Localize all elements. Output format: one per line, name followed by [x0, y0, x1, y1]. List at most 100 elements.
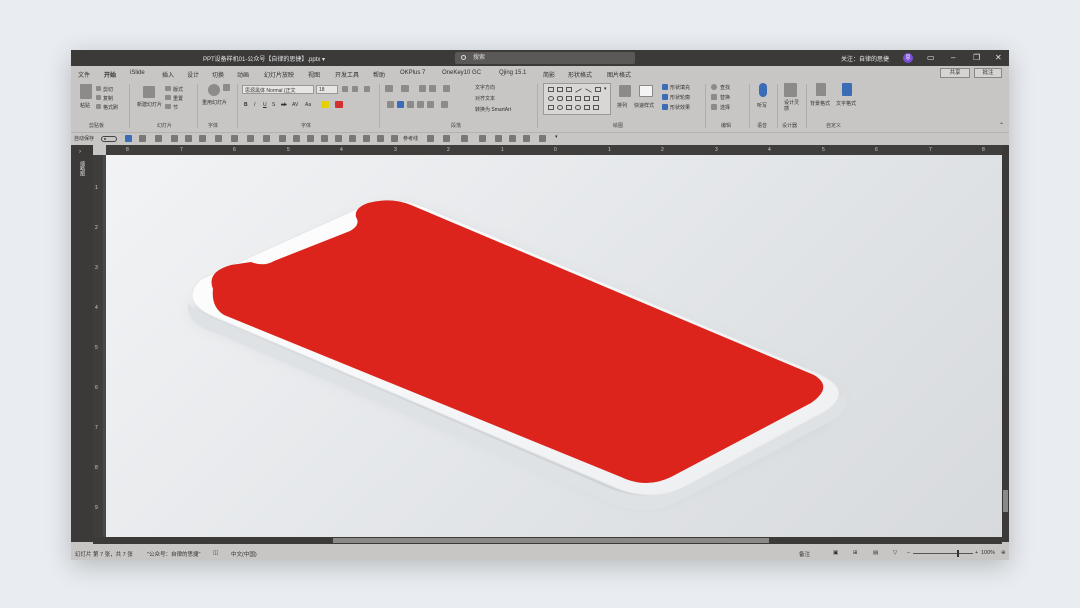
- fit-slide-icon[interactable]: ⊕: [1001, 550, 1006, 556]
- qat-tool-4-icon[interactable]: [231, 135, 238, 142]
- shape-fill-label[interactable]: 形状填充: [670, 84, 690, 91]
- shape-outline-icon[interactable]: [662, 94, 668, 100]
- normal-view-icon[interactable]: ▣: [833, 550, 838, 556]
- shape-effects-label[interactable]: 形状效果: [670, 104, 690, 111]
- section-icon[interactable]: [165, 104, 171, 109]
- qat-tool-18-icon[interactable]: [461, 135, 468, 142]
- shrink-font-icon[interactable]: [352, 86, 358, 92]
- qat-tool-21-icon[interactable]: [509, 135, 516, 142]
- avatar[interactable]: 思: [903, 53, 913, 63]
- text-effect-icon[interactable]: [223, 84, 230, 91]
- align-text-label[interactable]: 对齐文本: [475, 95, 495, 102]
- slide-sorter-icon[interactable]: ⊞: [853, 550, 858, 556]
- qat-tool-17-icon[interactable]: [443, 135, 450, 142]
- quick-styles-label[interactable]: 快速样式: [634, 102, 654, 109]
- thumbnail-pane[interactable]: › 缩略图: [71, 145, 93, 542]
- font-name-select[interactable]: 思源黑体 Normal (正文: [242, 85, 314, 94]
- design-ideas-icon[interactable]: [784, 83, 797, 97]
- gallery-more-icon[interactable]: ▾: [604, 86, 607, 92]
- smartart-label[interactable]: 转换为 SmartArt: [475, 106, 511, 113]
- guides-label[interactable]: 参考线: [403, 135, 418, 142]
- qat-tool-2-icon[interactable]: [199, 135, 206, 142]
- rect-shape-icon[interactable]: [548, 87, 554, 92]
- slideshow-view-icon[interactable]: ▽: [893, 550, 897, 556]
- char-spacing-icon[interactable]: AV: [292, 102, 298, 108]
- qat-tool-6-icon[interactable]: [263, 135, 270, 142]
- line-shape-icon[interactable]: [575, 88, 582, 93]
- tab-picture-format[interactable]: 图片格式: [607, 70, 631, 79]
- shapes-gallery[interactable]: ▾: [543, 83, 611, 115]
- qat-tool-13-icon[interactable]: [363, 135, 370, 142]
- qat-tool-22-icon[interactable]: [523, 135, 530, 142]
- chevron-shape-icon[interactable]: [593, 96, 599, 101]
- bg-format-icon[interactable]: [816, 83, 826, 96]
- underline-icon[interactable]: U: [263, 102, 267, 108]
- qat-tool-12-icon[interactable]: [349, 135, 356, 142]
- reuse-slides-label[interactable]: 重用幻灯片: [202, 100, 228, 106]
- new-slide-label[interactable]: 新建幻灯片: [137, 102, 163, 108]
- tab-qjing[interactable]: Qjing 15.1: [499, 70, 526, 76]
- tab-islide[interactable]: iSlide: [130, 70, 145, 76]
- paste-icon[interactable]: [80, 84, 92, 99]
- search-box[interactable]: 搜索: [455, 52, 635, 64]
- rounded-rect-shape-icon[interactable]: [557, 96, 563, 101]
- decrease-indent-icon[interactable]: [419, 85, 426, 92]
- align-right-icon[interactable]: [407, 101, 414, 108]
- copy-label[interactable]: 复制: [103, 95, 113, 102]
- microphone-icon[interactable]: [759, 83, 767, 97]
- shape-effects-icon[interactable]: [662, 104, 668, 110]
- curve-shape-icon[interactable]: [584, 105, 590, 110]
- select-label[interactable]: 选择: [720, 104, 730, 111]
- bullets-icon[interactable]: [385, 85, 393, 92]
- shape-outline-label[interactable]: 形状轮廓: [670, 94, 690, 101]
- highlight-icon[interactable]: [321, 101, 329, 108]
- qat-tool-15-icon[interactable]: [391, 135, 398, 142]
- qat-tool-23-icon[interactable]: [539, 135, 546, 142]
- qat-tool-1-icon[interactable]: [185, 135, 192, 142]
- find-icon[interactable]: [711, 84, 717, 90]
- quick-styles-icon[interactable]: [639, 85, 653, 97]
- l-shape-icon[interactable]: [575, 96, 581, 101]
- increase-indent-icon[interactable]: [429, 85, 436, 92]
- circle-shape-icon[interactable]: [557, 105, 563, 110]
- present-icon[interactable]: [171, 135, 178, 142]
- bracket2-shape-icon[interactable]: [566, 105, 572, 110]
- format-painter-icon[interactable]: [96, 104, 101, 109]
- expand-pane-icon[interactable]: ›: [79, 149, 81, 155]
- cylinder-shape-icon[interactable]: [548, 105, 554, 110]
- shape-fill-icon[interactable]: [662, 84, 668, 90]
- text-format-icon[interactable]: [842, 83, 852, 96]
- vertical-scroll-thumb[interactable]: [1003, 490, 1008, 512]
- replace-label[interactable]: 替换: [720, 94, 730, 101]
- redo-icon[interactable]: [155, 135, 162, 142]
- qat-tool-14-icon[interactable]: [377, 135, 384, 142]
- autosave-toggle[interactable]: [101, 136, 117, 142]
- qat-customize-icon[interactable]: ▾: [555, 134, 558, 140]
- layout-label[interactable]: 版式: [173, 86, 183, 93]
- bold-icon[interactable]: B: [244, 102, 248, 108]
- phone-mockup[interactable]: [106, 155, 1002, 537]
- font-size-select[interactable]: 18: [316, 85, 338, 94]
- textbox-shape-icon[interactable]: [557, 87, 563, 92]
- undo-icon[interactable]: [139, 135, 146, 142]
- reset-icon[interactable]: [165, 95, 171, 100]
- qat-tool-3-icon[interactable]: [215, 135, 222, 142]
- new-slide-icon[interactable]: [143, 86, 155, 98]
- tab-okplus[interactable]: OKPlus 7: [400, 70, 425, 76]
- zoom-slider[interactable]: [913, 553, 973, 554]
- align-left-icon[interactable]: [387, 101, 394, 108]
- tab-insert[interactable]: 插入: [162, 70, 174, 79]
- columns-icon[interactable]: [441, 101, 448, 108]
- bracket-shape-icon[interactable]: [584, 96, 590, 101]
- triangle-shape-icon[interactable]: [566, 96, 572, 101]
- align-center-icon[interactable]: [397, 101, 404, 108]
- qat-tool-16-icon[interactable]: [427, 135, 434, 142]
- notes-button[interactable]: 备注: [799, 550, 810, 558]
- cut-icon[interactable]: [96, 86, 101, 91]
- shadow-icon[interactable]: S: [272, 102, 275, 108]
- comment-button[interactable]: 批注: [974, 68, 1002, 78]
- qat-tool-20-icon[interactable]: [495, 135, 502, 142]
- qat-tool-11-icon[interactable]: [335, 135, 342, 142]
- text-direction-label[interactable]: 文字方向: [475, 84, 495, 91]
- tab-transitions[interactable]: 切换: [212, 70, 224, 79]
